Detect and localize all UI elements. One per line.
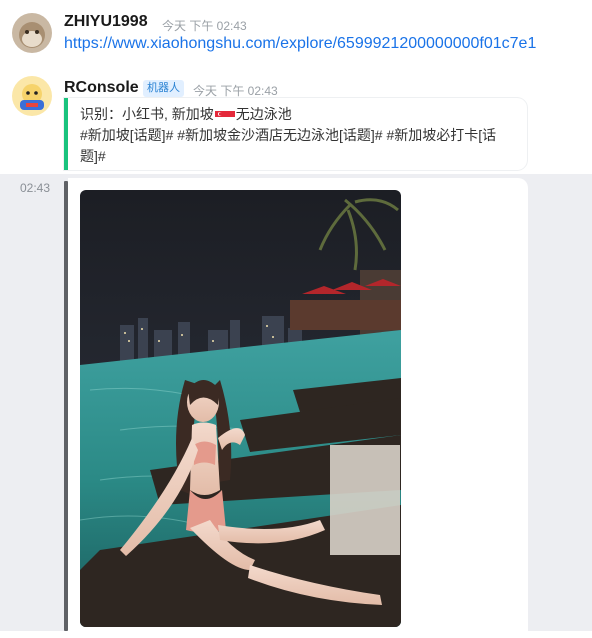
avatar[interactable]: [12, 13, 52, 53]
photo-image: [80, 190, 401, 627]
sender-name[interactable]: ZHIYU1998: [64, 13, 148, 31]
message-line-1: 识别：小红书, 新加坡 无边泳池: [80, 106, 292, 122]
shared-link[interactable]: https://www.xiaohongshu.com/explore/6599…: [64, 35, 536, 53]
user-avatar-icon: [12, 13, 52, 53]
message-line-2: #新加坡[话题]# #新加坡金沙酒店无边泳池[话题]# #新加坡必打卡[话: [80, 127, 497, 143]
message-time: 今天 下午 02:43: [162, 19, 247, 33]
bot-avatar-icon: [12, 76, 52, 116]
message-card: 识别：小红书, 新加坡 无边泳池 #新加坡[话题]# #新加坡金沙酒店无边泳池[话…: [64, 98, 527, 170]
bot-badge: 机器人: [143, 80, 184, 97]
row-margin: [528, 174, 592, 631]
quote-bar: [64, 181, 68, 631]
message-zhiyu: ZHIYU1998 今天 下午 02:43 https://www.xiaoho…: [0, 0, 592, 70]
message-line-3: 题]#: [80, 148, 106, 164]
sender-name[interactable]: RConsole: [64, 79, 139, 97]
message-rconsole: RConsole 机器人 今天 下午 02:43 识别：小红书, 新加坡 无边泳池…: [0, 72, 592, 176]
avatar[interactable]: [12, 76, 52, 116]
message-time: 今天 下午 02:43: [193, 84, 278, 98]
hover-timestamp: 02:43: [20, 181, 51, 195]
attached-photo[interactable]: [80, 190, 401, 627]
singapore-flag-emoji: [214, 108, 235, 120]
